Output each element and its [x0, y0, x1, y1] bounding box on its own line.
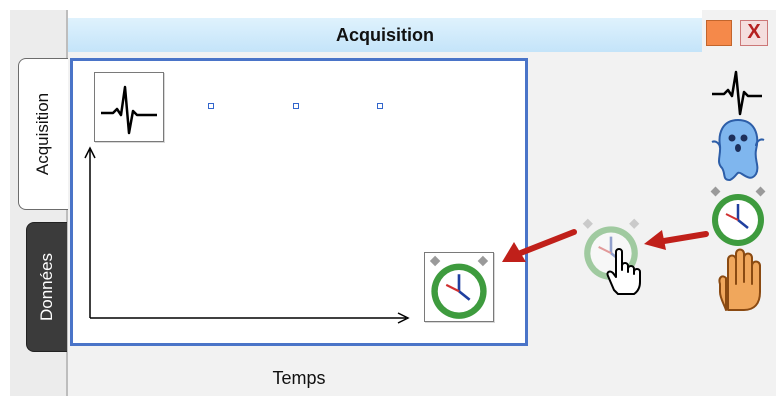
drag-arrow-right	[644, 230, 709, 250]
stop-button[interactable]	[706, 20, 732, 46]
tab-acquisition-label: Acquisition	[33, 92, 53, 176]
tab-donnees-label: Données	[37, 252, 56, 322]
pointer-hand-icon	[606, 248, 641, 295]
tab-donnees[interactable]: Données	[26, 222, 67, 352]
hand-icon[interactable]	[712, 248, 770, 312]
panel-header: Acquisition	[68, 18, 702, 53]
stopwatch-icon[interactable]	[706, 184, 770, 248]
ghost-icon[interactable]	[708, 116, 768, 184]
ecg-signal-icon	[101, 85, 157, 135]
stopwatch-icon	[429, 255, 489, 319]
axis-label-time: Temps	[272, 368, 326, 388]
ecg-signal-icon[interactable]	[708, 62, 766, 118]
selection-handle[interactable]	[377, 103, 383, 109]
timer-block[interactable]	[424, 252, 494, 322]
selection-handle[interactable]	[293, 103, 299, 109]
signal-block[interactable]	[94, 72, 164, 142]
drag-arrow-left	[502, 229, 577, 262]
tab-acquisition[interactable]: Acquisition	[18, 58, 68, 210]
panel-title: Acquisition	[336, 24, 434, 45]
close-button[interactable]: X	[740, 20, 768, 46]
selection-handle[interactable]	[208, 103, 214, 109]
